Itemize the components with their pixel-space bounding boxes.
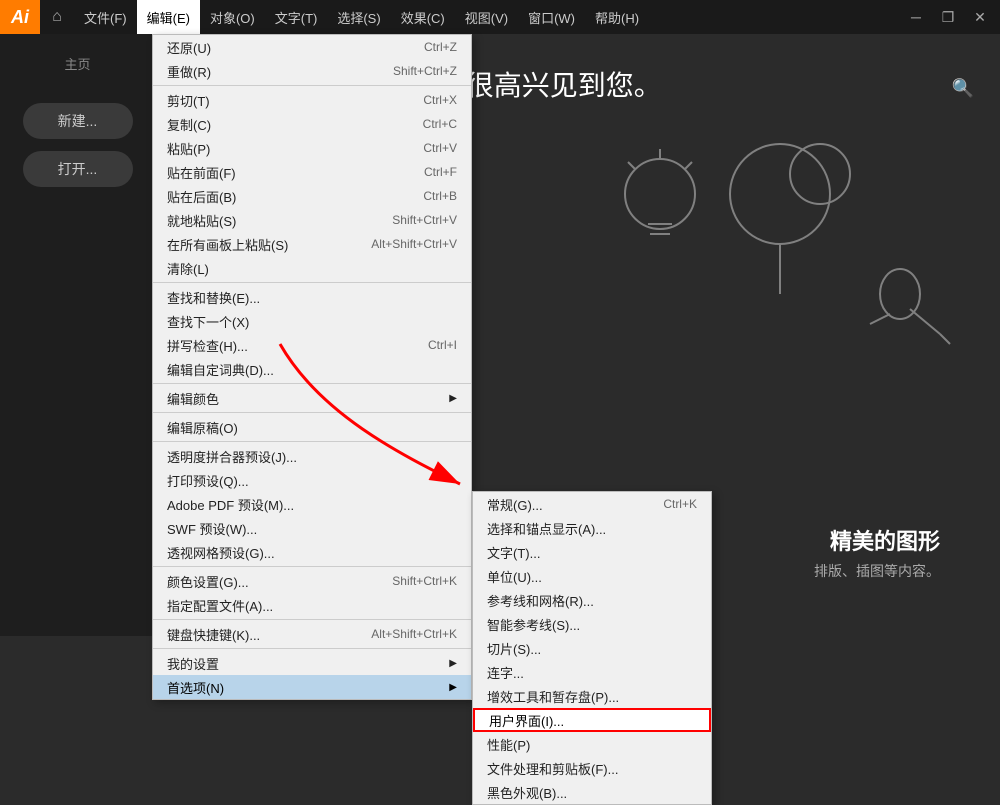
menu-copy[interactable]: 复制(C) Ctrl+C	[153, 112, 471, 136]
sep-4	[153, 412, 471, 413]
menu-spellcheck[interactable]: 拼写检查(H)... Ctrl+I	[153, 333, 471, 357]
menu-file[interactable]: 文件(F)	[74, 0, 137, 34]
pref-general[interactable]: 常规(G)... Ctrl+K	[473, 492, 711, 516]
pref-hyphenation[interactable]: 连字...	[473, 660, 711, 684]
promo-subtitle: 排版、插图等内容。	[814, 561, 940, 581]
pref-selection[interactable]: 选择和锚点显示(A)...	[473, 516, 711, 540]
menu-findreplace[interactable]: 查找和替换(E)...	[153, 285, 471, 309]
minimize-button[interactable]: ─	[900, 7, 932, 27]
menu-editoriginal[interactable]: 编辑原稿(O)	[153, 415, 471, 439]
menu-paste-front[interactable]: 贴在前面(F) Ctrl+F	[153, 160, 471, 184]
sep-3	[153, 383, 471, 384]
pref-performance[interactable]: 性能(P)	[473, 732, 711, 756]
close-button[interactable]: ✕	[964, 7, 996, 27]
menu-paste-back[interactable]: 贴在后面(B) Ctrl+B	[153, 184, 471, 208]
pref-smart-guides[interactable]: 智能参考线(S)...	[473, 612, 711, 636]
menu-keyboard-shortcuts[interactable]: 键盘快捷键(K)... Alt+Shift+Ctrl+K	[153, 622, 471, 646]
menu-redo[interactable]: 重做(R) Shift+Ctrl+Z	[153, 59, 471, 83]
menu-findnext[interactable]: 查找下一个(X)	[153, 309, 471, 333]
menu-paste[interactable]: 粘贴(P) Ctrl+V	[153, 136, 471, 160]
open-button[interactable]: 打开...	[23, 151, 133, 187]
promo-title: 精美的图形	[830, 524, 940, 556]
menu-undo[interactable]: 还原(U) Ctrl+Z	[153, 35, 471, 59]
maximize-button[interactable]: ❐	[932, 7, 964, 27]
menu-swf-preset[interactable]: SWF 预设(W)...	[153, 516, 471, 540]
pref-guides-grid[interactable]: 参考线和网格(R)...	[473, 588, 711, 612]
prefs-submenu[interactable]: 常规(G)... Ctrl+K 选择和锚点显示(A)... 文字(T)... 单…	[472, 491, 712, 805]
menu-effect[interactable]: 效果(C)	[391, 0, 455, 34]
home-icon[interactable]: ⌂	[40, 0, 74, 34]
menu-help[interactable]: 帮助(H)	[585, 0, 649, 34]
menu-bar: 文件(F) 编辑(E) 对象(O) 文字(T) 选择(S) 效果(C) 视图(V…	[74, 0, 900, 34]
ai-logo: Ai	[0, 0, 40, 34]
window-controls: ─ ❐ ✕	[900, 7, 996, 27]
sep-6	[153, 566, 471, 567]
pref-units[interactable]: 单位(U)...	[473, 564, 711, 588]
new-button[interactable]: 新建...	[23, 103, 133, 139]
menu-window[interactable]: 窗口(W)	[518, 0, 585, 34]
menu-object[interactable]: 对象(O)	[200, 0, 265, 34]
pref-text[interactable]: 文字(T)...	[473, 540, 711, 564]
pref-file-handling[interactable]: 文件处理和剪贴板(F)...	[473, 756, 711, 780]
menu-print-preset[interactable]: 打印预设(Q)...	[153, 468, 471, 492]
menu-editcolor[interactable]: 编辑颜色 ▶	[153, 386, 471, 410]
sep-7	[153, 619, 471, 620]
menu-preferences[interactable]: 首选项(N) ▶	[153, 675, 471, 699]
menu-text[interactable]: 文字(T)	[265, 0, 328, 34]
pref-plugins-scratch[interactable]: 增效工具和暂存盘(P)...	[473, 684, 711, 708]
menu-color-settings[interactable]: 颜色设置(G)... Shift+Ctrl+K	[153, 569, 471, 593]
menu-view[interactable]: 视图(V)	[455, 0, 518, 34]
sep-8	[153, 648, 471, 649]
menu-transparency-preset[interactable]: 透明度拼合器预设(J)...	[153, 444, 471, 468]
menu-clear[interactable]: 清除(L)	[153, 256, 471, 280]
sep-5	[153, 441, 471, 442]
menu-perspective-preset[interactable]: 透视网格预设(G)...	[153, 540, 471, 564]
sidebar: 主页 新建... 打开...	[0, 34, 155, 636]
menu-my-settings[interactable]: 我的设置 ▶	[153, 651, 471, 675]
menu-paste-inplace[interactable]: 就地粘贴(S) Shift+Ctrl+V	[153, 208, 471, 232]
illustration-area	[580, 94, 960, 394]
menu-editdict[interactable]: 编辑自定词典(D)...	[153, 357, 471, 381]
pref-slices[interactable]: 切片(S)...	[473, 636, 711, 660]
menu-pdf-preset[interactable]: Adobe PDF 预设(M)...	[153, 492, 471, 516]
sep-2	[153, 282, 471, 283]
title-bar: Ai ⌂ 文件(F) 编辑(E) 对象(O) 文字(T) 选择(S) 效果(C)…	[0, 0, 1000, 34]
edit-dropdown[interactable]: 还原(U) Ctrl+Z 重做(R) Shift+Ctrl+Z 剪切(T) Ct…	[152, 34, 472, 700]
menu-edit[interactable]: 编辑(E)	[137, 0, 200, 34]
menu-paste-allboards[interactable]: 在所有画板上粘贴(S) Alt+Shift+Ctrl+V	[153, 232, 471, 256]
pref-black-appearance[interactable]: 黑色外观(B)...	[473, 780, 711, 804]
sidebar-home-label: 主页	[64, 54, 90, 73]
menu-assign-profile[interactable]: 指定配置文件(A)...	[153, 593, 471, 617]
menu-select[interactable]: 选择(S)	[327, 0, 390, 34]
sep-1	[153, 85, 471, 86]
menu-cut[interactable]: 剪切(T) Ctrl+X	[153, 88, 471, 112]
pref-ui[interactable]: 用户界面(I)...	[473, 708, 711, 732]
